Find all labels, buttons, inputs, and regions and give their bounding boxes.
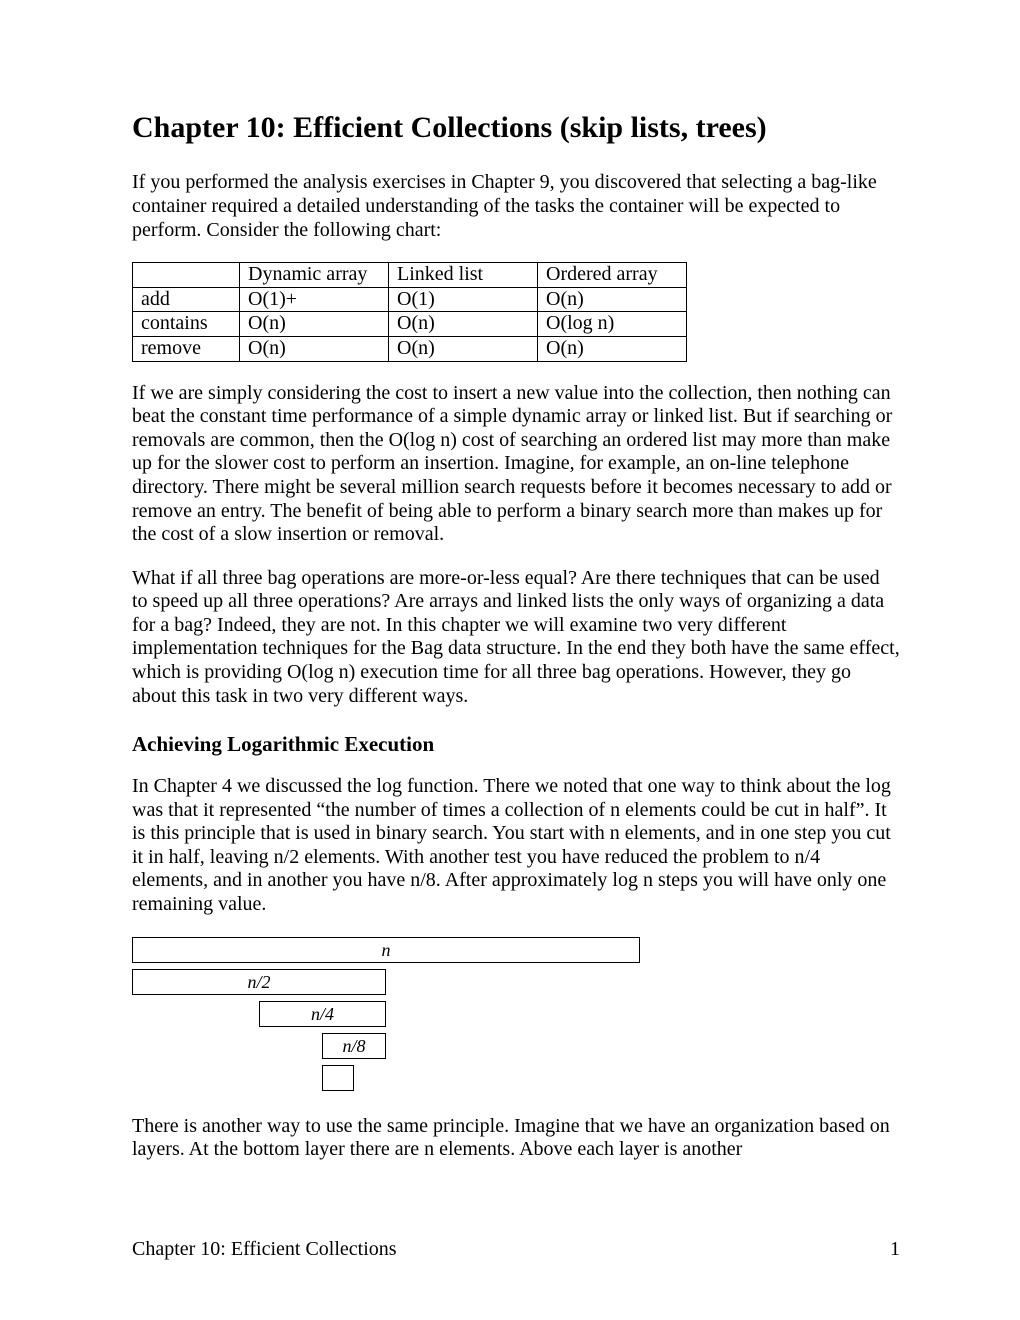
paragraph: If we are simply considering the cost to… <box>132 382 900 547</box>
table-cell: Dynamic array <box>240 263 389 288</box>
table-cell: Linked list <box>389 263 538 288</box>
page: Chapter 10: Efficient Collections (skip … <box>0 0 1020 1320</box>
table-cell <box>133 263 240 288</box>
page-footer: Chapter 10: Efficient Collections 1 <box>132 1238 900 1262</box>
table-cell: O(n) <box>538 336 687 361</box>
diagram-bar: n <box>132 937 640 963</box>
footer-title: Chapter 10: Efficient Collections <box>132 1238 397 1260</box>
table-cell: remove <box>133 336 240 361</box>
diagram-bar <box>322 1065 354 1091</box>
table-cell: Ordered array <box>538 263 687 288</box>
diagram-bar-label: n/8 <box>342 1036 365 1056</box>
table-row: remove O(n) O(n) O(n) <box>133 336 687 361</box>
table-cell: O(log n) <box>538 312 687 337</box>
paragraph: There is another way to use the same pri… <box>132 1115 900 1162</box>
paragraph: If you performed the analysis exercises … <box>132 171 900 242</box>
diagram-bar-label: n/2 <box>247 972 270 992</box>
table-cell: O(n) <box>240 312 389 337</box>
table-cell: O(1) <box>389 287 538 312</box>
table-cell: O(1)+ <box>240 287 389 312</box>
page-number: 1 <box>890 1238 900 1262</box>
diagram-bar: n/4 <box>259 1001 386 1027</box>
halving-diagram: n n/2 n/4 n/8 <box>132 937 900 1091</box>
diagram-bar: n/2 <box>132 969 386 995</box>
table-row: Dynamic array Linked list Ordered array <box>133 263 687 288</box>
table-cell: O(n) <box>389 312 538 337</box>
table-row: add O(1)+ O(1) O(n) <box>133 287 687 312</box>
chapter-title: Chapter 10: Efficient Collections (skip … <box>132 110 900 145</box>
diagram-bar: n/8 <box>322 1033 386 1059</box>
table-cell: O(n) <box>240 336 389 361</box>
table-cell: contains <box>133 312 240 337</box>
table-cell: O(n) <box>389 336 538 361</box>
complexity-table: Dynamic array Linked list Ordered array … <box>132 262 687 361</box>
paragraph: What if all three bag operations are mor… <box>132 567 900 709</box>
paragraph: In Chapter 4 we discussed the log functi… <box>132 775 900 917</box>
table-cell: O(n) <box>538 287 687 312</box>
table-row: contains O(n) O(n) O(log n) <box>133 312 687 337</box>
section-heading: Achieving Logarithmic Execution <box>132 732 900 757</box>
table-cell: add <box>133 287 240 312</box>
diagram-bar-label: n/4 <box>311 1004 334 1024</box>
